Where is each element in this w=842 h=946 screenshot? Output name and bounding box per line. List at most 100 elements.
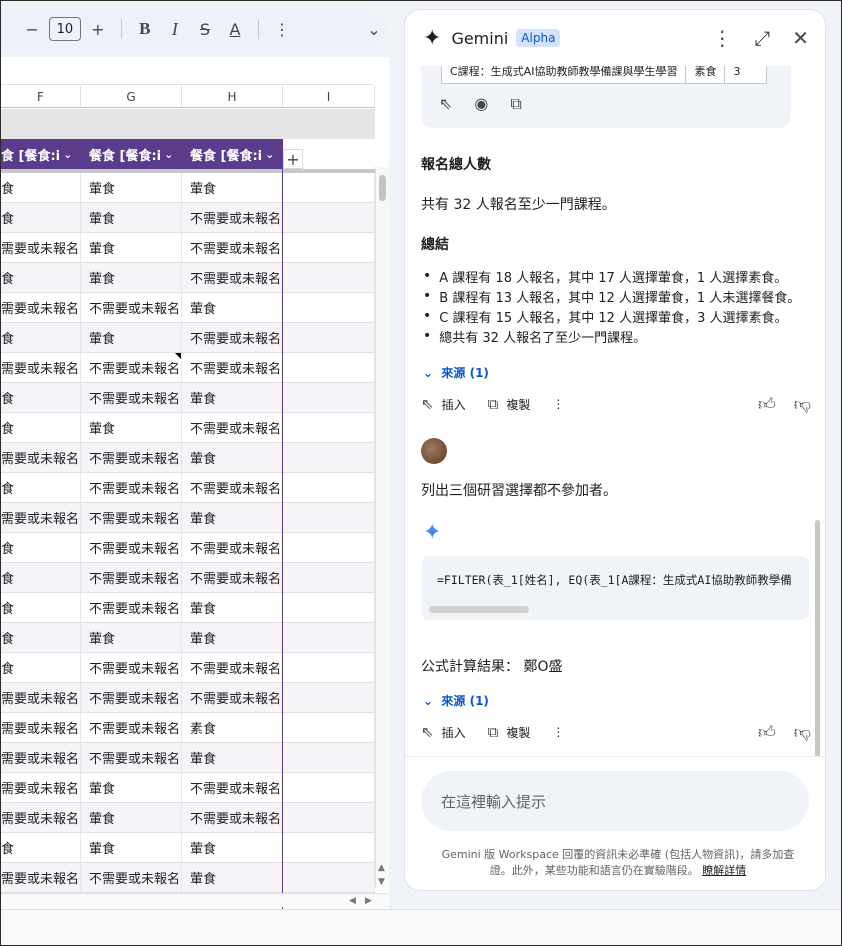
vertical-scrollbar[interactable] (375, 167, 389, 887)
insert-arrow-icon[interactable]: ⇖ (439, 94, 452, 114)
close-icon[interactable]: ✕ (792, 26, 809, 50)
decrease-font-size-button[interactable]: − (19, 15, 45, 43)
table-cell[interactable] (283, 713, 375, 742)
table-cell[interactable]: 不需要或未報名 (81, 473, 182, 502)
table-cell[interactable]: 不需要或未報名 (81, 863, 182, 892)
table-column-header[interactable]: 食 [餐食:i ⌄ (1, 139, 81, 169)
prompt-input[interactable]: 在這裡輸入提示 (421, 771, 809, 831)
table-column-header[interactable]: 餐食 [餐食:i ⌄ (81, 139, 182, 169)
table-cell[interactable] (283, 473, 375, 502)
table-cell[interactable]: 葷食 (182, 593, 283, 622)
table-cell[interactable]: 不需要或未報名 (182, 353, 283, 382)
scroll-right-arrow-icon[interactable]: ▶ (365, 896, 372, 906)
add-column-button[interactable]: + (283, 149, 303, 169)
scrollbar-thumb[interactable] (379, 175, 386, 201)
column-header-f[interactable]: F (1, 86, 81, 108)
table-cell[interactable]: 葷食 (182, 743, 283, 772)
bold-button[interactable]: B (132, 15, 158, 43)
scroll-left-arrow-icon[interactable]: ◀ (349, 896, 356, 906)
table-cell[interactable]: 不需要或未報名 (182, 233, 283, 262)
table-cell[interactable]: 需要或未報名 (1, 683, 81, 712)
table-cell[interactable]: 不需要或未報名 (81, 563, 182, 592)
table-cell[interactable]: 素食 (182, 713, 283, 742)
table-cell[interactable]: 不需要或未報名 (182, 653, 283, 682)
table-cell[interactable]: 不需要或未報名 (81, 653, 182, 682)
table-cell[interactable]: 葷食 (182, 383, 283, 412)
table-cell[interactable] (283, 773, 375, 802)
preview-eye-icon[interactable]: ◉ (474, 94, 488, 114)
comment-indicator-icon[interactable] (175, 353, 181, 359)
table-cell[interactable]: 葷食 (81, 803, 182, 832)
table-cell[interactable] (283, 233, 375, 262)
table-cell[interactable] (283, 323, 375, 352)
strikethrough-button[interactable]: S (192, 15, 218, 43)
expand-icon[interactable]: ⤢ (754, 26, 770, 50)
table-cell[interactable]: 不需要或未報名 (81, 353, 182, 382)
conversation-area[interactable]: C課程：生成式AI協助教師教學備課與學生學習 素食 3 ⇖ ◉ ⧉ 報名總人數 … (405, 66, 819, 756)
thumbs-down-icon[interactable]: 👎︎ (794, 394, 811, 415)
table-cell[interactable]: 不需要或未報名 (182, 773, 283, 802)
column-header-h[interactable]: H (182, 86, 283, 108)
insert-button[interactable]: ⇖ 插入 (421, 723, 466, 741)
table-cell[interactable]: 需要或未報名 (1, 233, 81, 262)
table-cell[interactable]: 葷食 (182, 293, 283, 322)
table-cell[interactable]: 不需要或未報名 (81, 383, 182, 412)
table-cell[interactable]: 葷食 (182, 863, 283, 892)
sources-toggle[interactable]: ⌄ 來源 (1) (423, 364, 489, 381)
table-cell[interactable]: 不需要或未報名 (81, 743, 182, 772)
collapse-toolbar-chevron-icon[interactable]: ⌄ (361, 15, 387, 43)
table-cell[interactable] (283, 443, 375, 472)
table-cell[interactable]: 不需要或未報名 (182, 263, 283, 292)
more-options-icon[interactable]: ⋮ (552, 397, 564, 411)
horizontal-scrollbar[interactable] (1, 893, 389, 907)
table-cell[interactable] (283, 533, 375, 562)
table-cell[interactable] (283, 653, 375, 682)
column-header-g[interactable]: G (81, 86, 182, 108)
table-cell[interactable]: 葷食 (81, 413, 182, 442)
table-cell[interactable]: 需要或未報名 (1, 743, 81, 772)
sources-toggle[interactable]: ⌄ 來源 (1) (423, 692, 489, 709)
column-header-i[interactable]: I (283, 86, 375, 108)
learn-more-link[interactable]: 瞭解詳情 (702, 864, 746, 877)
table-cell[interactable]: 不需要或未報名 (182, 473, 283, 502)
table-cell[interactable]: 葷食 (182, 443, 283, 472)
table-cell[interactable] (283, 503, 375, 532)
table-cell[interactable]: 葷食 (81, 203, 182, 232)
font-size-input[interactable]: 10 (49, 17, 81, 41)
code-scrollbar[interactable] (429, 606, 529, 613)
text-color-button[interactable]: A (222, 15, 248, 43)
table-cell[interactable]: 不需要或未報名 (182, 683, 283, 712)
copy-button[interactable]: ⧉ 複製 (488, 395, 531, 413)
table-cell[interactable] (283, 623, 375, 652)
table-cell[interactable]: 需要或未報名 (1, 503, 81, 532)
table-cell[interactable]: 食 (1, 173, 81, 202)
table-cell[interactable] (283, 353, 375, 382)
table-cell[interactable] (283, 293, 375, 322)
table-cell[interactable] (283, 743, 375, 772)
scroll-up-arrow-icon[interactable]: ▲ (378, 863, 385, 873)
table-cell[interactable]: 食 (1, 323, 81, 352)
table-cell[interactable]: 需要或未報名 (1, 293, 81, 322)
thumbs-up-icon[interactable]: 👍︎ (758, 722, 776, 743)
table-cell[interactable]: 需要或未報名 (1, 863, 81, 892)
thumbs-down-icon[interactable]: 👎︎ (794, 722, 811, 743)
table-cell[interactable]: 食 (1, 473, 81, 502)
table-cell[interactable]: 葷食 (182, 833, 283, 862)
chevron-down-icon[interactable]: ⌄ (63, 148, 72, 161)
panel-scrollbar[interactable] (815, 520, 820, 760)
thumbs-up-icon[interactable]: 👍︎ (758, 394, 776, 415)
more-options-icon[interactable]: ⋮ (552, 725, 564, 739)
chevron-down-icon[interactable]: ⌄ (164, 148, 173, 161)
table-cell[interactable]: 不需要或未報名 (81, 443, 182, 472)
copy-button[interactable]: ⧉ 複製 (488, 723, 531, 741)
table-cell[interactable]: 食 (1, 203, 81, 232)
more-options-icon[interactable]: ⋮ (712, 26, 732, 50)
table-cell[interactable]: 食 (1, 623, 81, 652)
formula-code-block[interactable]: =FILTER(表_1[姓名], EQ(表_1[A課程：生成式AI協助教師教學備 (421, 556, 809, 620)
table-cell[interactable]: 葷食 (81, 323, 182, 352)
table-cell[interactable]: 不需要或未報名 (81, 533, 182, 562)
table-cell[interactable] (283, 563, 375, 592)
italic-button[interactable]: I (162, 15, 188, 43)
table-cell[interactable]: 不需要或未報名 (182, 533, 283, 562)
table-cell[interactable] (283, 683, 375, 712)
